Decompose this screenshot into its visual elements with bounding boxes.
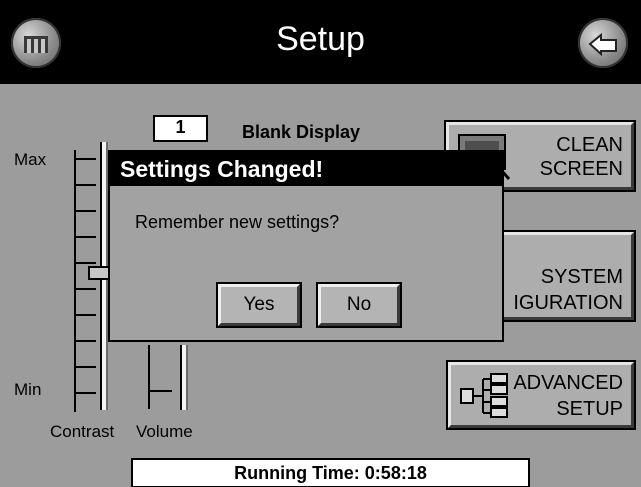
scale-tick <box>74 288 96 290</box>
advanced-setup-label-2: SETUP <box>556 398 623 420</box>
dialog-title: Settings Changed! <box>110 152 502 186</box>
dialog-message: Remember new settings? <box>135 212 340 232</box>
system-configuration-label-1: SYSTEM <box>540 266 623 288</box>
clean-screen-label-1: CLEAN <box>556 134 623 156</box>
clean-screen-label-2: SCREEN <box>539 158 623 180</box>
running-time-display: Running Time: 0:58:18 <box>131 458 530 487</box>
blank-display-label: Blank Display <box>242 122 361 142</box>
scale-tick <box>74 366 96 368</box>
scale-tick <box>74 392 96 394</box>
system-configuration-label-2: IGURATION <box>513 292 623 314</box>
scale-tick <box>74 158 96 160</box>
contrast-scale-line <box>74 150 76 412</box>
settings-changed-dialog: Settings Changed! Remember new settings?… <box>108 150 504 342</box>
advanced-setup-label-1: ADVANCED <box>513 372 623 394</box>
scale-tick <box>148 390 172 392</box>
no-button[interactable]: No <box>316 282 402 328</box>
volume-label: Volume <box>136 422 193 441</box>
header-bar: Setup <box>0 0 641 84</box>
network-tree-icon <box>460 373 508 418</box>
contrast-label: Contrast <box>50 422 115 441</box>
back-button[interactable] <box>578 18 628 68</box>
scale-tick <box>74 262 96 264</box>
contrast-max-label: Max <box>14 150 47 169</box>
back-arrow-icon <box>588 32 617 57</box>
volume-scale-line <box>148 345 150 409</box>
advanced-setup-button[interactable]: ADVANCED SETUP <box>446 360 636 430</box>
scale-tick <box>74 184 96 186</box>
contrast-min-label: Min <box>14 380 42 399</box>
scale-tick <box>74 340 96 342</box>
scale-tick <box>74 236 96 238</box>
volume-value-display: 1 <box>153 115 208 142</box>
yes-button[interactable]: Yes <box>216 282 302 328</box>
scale-tick <box>74 314 96 316</box>
setup-screen: Setup Max Min 1 Contrast Volume Blank Di… <box>0 0 641 487</box>
scale-tick <box>74 210 96 212</box>
volume-track[interactable] <box>180 345 188 410</box>
page-title: Setup <box>276 20 365 58</box>
